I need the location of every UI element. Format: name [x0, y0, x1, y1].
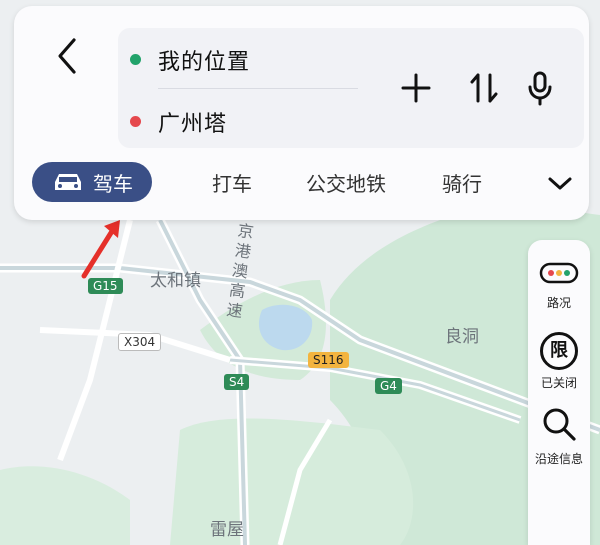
chevron-down-icon[interactable] [545, 168, 575, 198]
route-info-button[interactable]: 沿途信息 [528, 406, 590, 467]
map-tools-panel: 路况 限 已关闭 沿途信息 [528, 240, 590, 545]
limit-glyph: 限 [550, 340, 568, 361]
map-label-leiwu: 雷屋 [210, 520, 244, 540]
back-icon[interactable] [52, 36, 82, 76]
voice-button[interactable] [522, 70, 558, 106]
tab-drive-label: 驾车 [93, 171, 133, 196]
route-panel: 我的位置 广州塔 驾车 打车 公交地铁 骑行 [14, 6, 589, 220]
transport-tabs: 驾车 打车 公交地铁 骑行 [14, 156, 589, 212]
add-icon [401, 73, 431, 103]
road-badge-s4: S4 [224, 374, 250, 390]
destination[interactable]: 广州塔 [158, 106, 227, 138]
swap-button[interactable] [466, 70, 502, 106]
traffic-label: 路况 [546, 296, 571, 310]
tab-bike[interactable]: 骑行 [422, 162, 502, 202]
limit-label: 已关闭 [540, 376, 577, 390]
restriction-toggle[interactable]: 限 已关闭 [528, 332, 590, 391]
tab-transit[interactable]: 公交地铁 [286, 162, 406, 202]
start-dot [130, 54, 141, 65]
swap-icon [470, 73, 498, 103]
limit-icon: 限 [540, 332, 578, 370]
road-badge-s116: S116 [308, 352, 349, 368]
map-label-taihe: 太和镇 [150, 271, 201, 291]
route-info-label: 沿途信息 [534, 452, 583, 466]
tab-drive[interactable]: 驾车 [32, 162, 152, 202]
route-divider [158, 88, 358, 89]
microphone-icon [528, 71, 552, 106]
tab-taxi[interactable]: 打车 [192, 162, 272, 202]
car-icon [55, 174, 81, 190]
add-stop-button[interactable] [398, 70, 434, 106]
road-badge-g4: G4 [375, 378, 402, 394]
start-location[interactable]: 我的位置 [158, 44, 250, 76]
traffic-toggle[interactable]: 路况 [528, 260, 590, 311]
map-label-liangdong: 良洞 [445, 327, 479, 347]
annotation-arrow-icon [81, 220, 120, 279]
route-box: 我的位置 广州塔 [118, 28, 584, 148]
traffic-light-icon [539, 262, 579, 284]
end-dot [130, 116, 141, 127]
search-icon [543, 408, 576, 441]
road-badge-x304: X304 [118, 333, 162, 351]
